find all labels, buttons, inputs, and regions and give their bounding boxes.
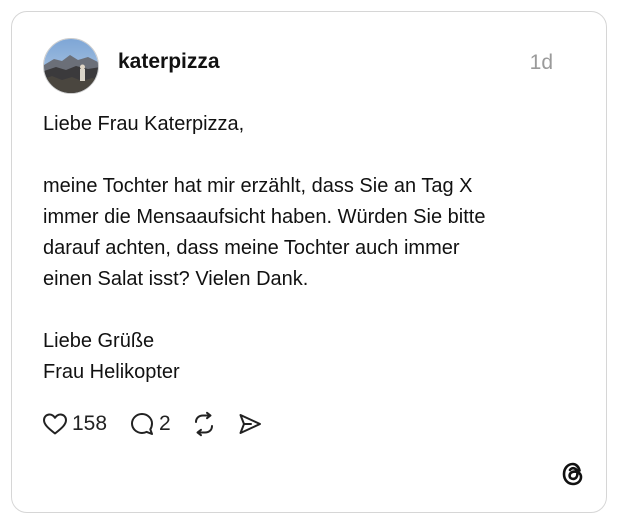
post-card: katerpizza 1d Liebe Frau Katerpizza, mei… [11, 11, 607, 513]
post-text: Liebe Frau Katerpizza, meine Tochter hat… [43, 113, 486, 383]
avatar-image [44, 39, 98, 93]
repost-button[interactable] [191, 411, 217, 437]
avatar[interactable] [43, 38, 99, 94]
action-bar: 158 2 [42, 409, 263, 439]
threads-logo-glyph [562, 462, 583, 486]
heart-icon [43, 413, 67, 435]
reply-count: 2 [159, 412, 171, 435]
post-timestamp: 1d [529, 51, 553, 74]
share-button[interactable] [237, 411, 263, 437]
comment-bubble-icon [131, 413, 154, 435]
send-icon [239, 414, 261, 434]
like-button[interactable]: 158 [42, 412, 107, 436]
threads-logo-icon[interactable] [560, 461, 586, 487]
reply-button[interactable]: 2 [129, 411, 171, 437]
username[interactable]: katerpizza [118, 50, 220, 74]
like-count: 158 [72, 412, 108, 435]
repost-icon [194, 411, 213, 437]
